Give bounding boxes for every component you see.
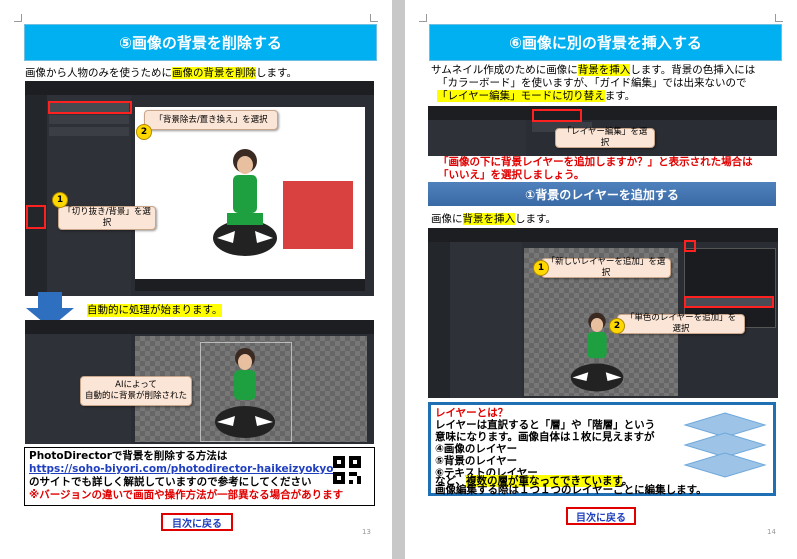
intro-text: 画像から人物のみを使うために画像の背景を削除します。 — [25, 67, 297, 79]
highlight-frame — [684, 296, 774, 308]
crop-mark — [14, 14, 22, 22]
back-to-toc-link[interactable]: 目次に戻る — [161, 513, 233, 531]
qr-code-icon — [333, 456, 361, 484]
page-13: ⑤画像の背景を削除する 画像から人物のみを使うために画像の背景を削除します。 「… — [0, 0, 392, 559]
step-2-badge: 2 — [136, 124, 152, 140]
callout-ai: AIによって 自動的に背景が削除された — [80, 376, 192, 406]
crop-mark — [419, 14, 427, 22]
version-warning: ※バージョンの違いで画面や操作方法が一部異なる場合があります — [29, 489, 344, 501]
woman-photo — [213, 149, 277, 256]
page-number: 13 — [362, 528, 371, 536]
step-2-badge: 2 — [609, 318, 625, 334]
callout-new-layer: 「新しいレイヤーを追加」を選択 — [541, 257, 671, 278]
layer-info-box: レイヤーとは？ レイヤーは直訳すると「層」や「階層」という 意味になります。画像… — [428, 402, 776, 496]
callout-solid-layer: 「単色のレイヤーを追加」を選択 — [617, 313, 745, 334]
page-gutter — [392, 0, 405, 559]
page-14: ⑥画像に別の背景を挿入する サムネイル作成のために画像に背景を挿入します。背景の… — [405, 0, 797, 559]
info-line: のサイトでも詳しく解説していますので参考にしてください — [29, 476, 312, 488]
step-1-badge: 1 — [533, 260, 549, 276]
callout-step1: 「切り抜き/背景」を選択 — [58, 206, 156, 230]
highlight-frame — [684, 240, 696, 252]
layers-stack-icon — [683, 412, 767, 478]
subsection-banner: ①背景のレイヤーを追加する — [428, 182, 776, 206]
insert-text: 画像に背景を挿入します。 — [431, 213, 556, 225]
highlight-frame — [26, 205, 46, 229]
intro-line: 「カラーボード」を使いますが、「ガイド編集」では出来ないので — [437, 77, 747, 89]
info-line: PhotoDirectorで背景を削除する方法は — [29, 450, 228, 462]
crop-mark — [370, 14, 378, 22]
layer-box-line: 画像編集する際は１つ１つのレイヤーごとに編集します。 — [435, 484, 707, 496]
info-box: PhotoDirectorで背景を削除する方法は https://soho-bi… — [24, 447, 375, 506]
red-note: 「画像の下に背景レイヤーを追加しますか？」と表示された場合は — [438, 156, 753, 168]
intro-line: 「レイヤー編集」モードに切り替えます。 — [437, 90, 636, 102]
auto-process-text: 自動的に処理が始まります。 — [87, 304, 223, 317]
highlight-frame — [532, 109, 582, 122]
section-title: ⑤画像の背景を削除する — [24, 24, 377, 61]
highlight-frame — [48, 101, 132, 114]
intro-line: サムネイル作成のために画像に背景を挿入します。背景の色挿入には — [431, 64, 756, 76]
callout-layer-edit: 「レイヤー編集」を選択 — [555, 127, 655, 148]
callout-step2: 「背景除去/置き換え」を選択 — [144, 110, 278, 130]
page-number: 14 — [767, 528, 776, 536]
crop-mark — [775, 14, 783, 22]
step-1-badge: 1 — [52, 192, 68, 208]
article-link[interactable]: https://soho-biyori.com/photodirector-ha… — [29, 463, 333, 476]
section-title: ⑥画像に別の背景を挿入する — [429, 24, 782, 61]
red-note: 「いいえ」を選択しましょう。 — [438, 169, 585, 181]
screenshot-auto-removed — [25, 320, 374, 444]
woman-cutout — [215, 348, 275, 438]
back-to-toc-link[interactable]: 目次に戻る — [566, 507, 636, 525]
